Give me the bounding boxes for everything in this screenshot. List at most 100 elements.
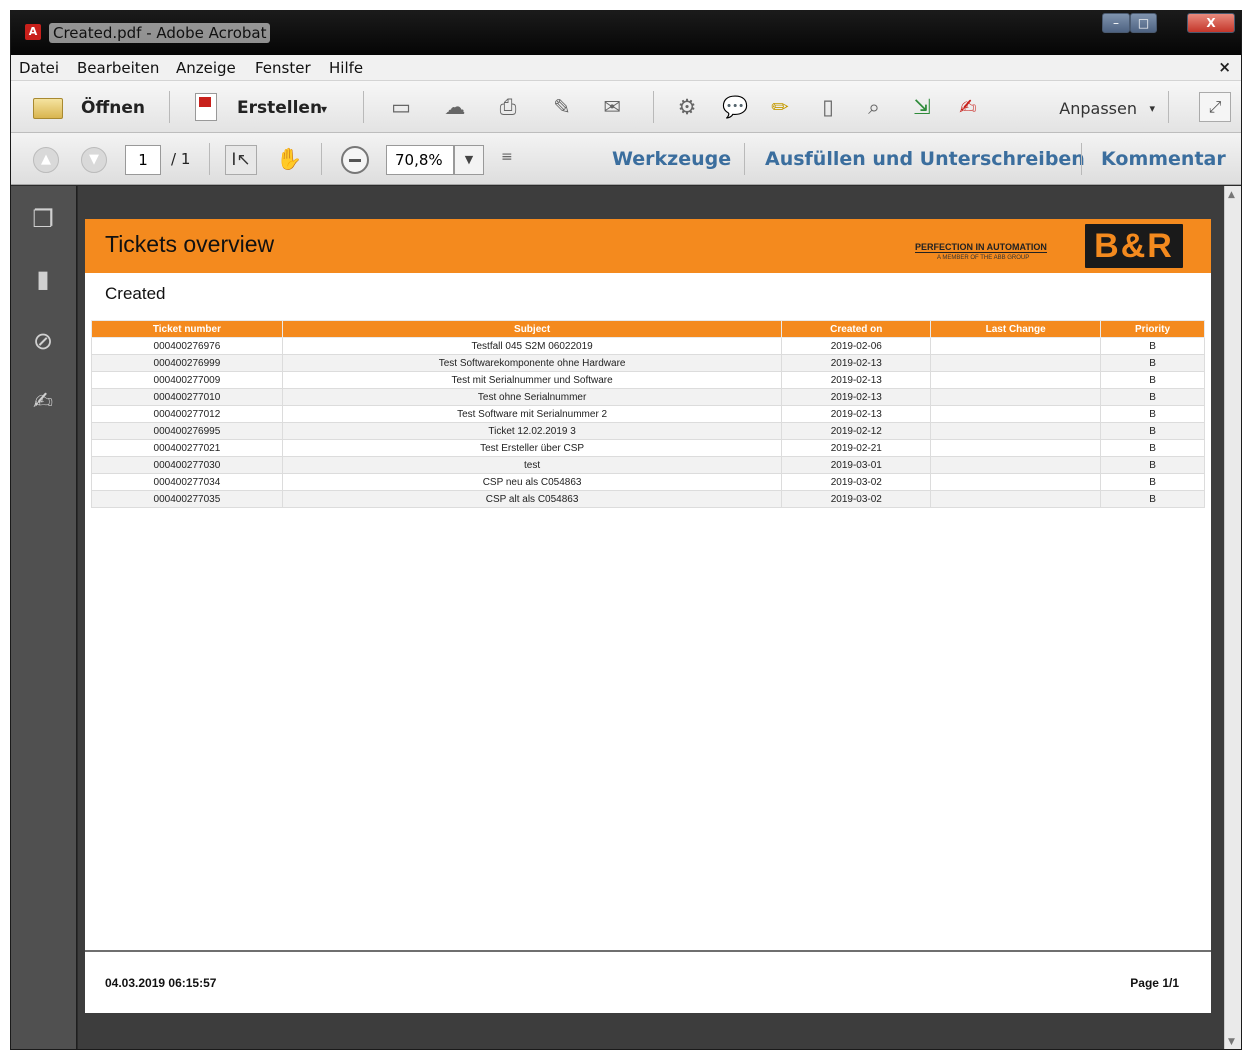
close-document-icon[interactable]: × [1218,58,1231,76]
menu-hilfe[interactable]: Hilfe [329,59,363,77]
table-header-row: Ticket number Subject Created on Last Ch… [91,320,1205,338]
main-toolbar: Öffnen Erstellen ▾ ▭ ☁ ⎙ ✎ ✉ ⚙ 💬 ✏ ▯ ⌕ ⇲… [11,81,1241,133]
table-cell: B [1100,405,1205,423]
table-cell: 000400277009 [91,371,283,389]
settings-gear-icon[interactable]: ⚙ [674,94,700,120]
company-logo: B&R [1083,222,1185,270]
table-cell: 2019-02-13 [781,405,932,423]
edit-document-icon[interactable]: ✎ [549,94,575,120]
table-cell [930,405,1102,423]
table-row: 000400276999 Test Softwarekomponente ohne… [91,354,1205,372]
zoom-out-icon[interactable] [341,146,369,174]
menu-bearbeiten[interactable]: Bearbeiten [77,59,159,77]
toolbar-divider [653,91,654,123]
highlight-text-icon[interactable]: ✏ [767,94,793,120]
cloud-upload-icon[interactable]: ☁ [442,94,468,120]
pdf-page: Tickets overview PERFECTION IN AUTOMATIO… [85,219,1211,1013]
table-cell: 000400276999 [91,354,283,372]
maximize-button[interactable]: □ [1130,13,1157,33]
table-cell [930,371,1102,389]
table-cell: B [1100,354,1205,372]
export-document-icon[interactable]: ⇲ [909,94,935,120]
expand-icon[interactable]: ⤢ [1199,92,1231,122]
pages-icon[interactable]: ❐ [29,204,57,234]
attach-file-icon[interactable]: ▯ [815,94,841,120]
table-cell: B [1100,388,1205,406]
table-row: 000400277021 Test Ersteller über CSP 2019-… [91,439,1205,457]
column-header: Created on [781,320,932,338]
footer-timestamp: 04.03.2019 06:15:57 [105,976,217,990]
search-document-icon[interactable]: ⌕ [861,94,887,120]
page-total: / 1 [171,150,191,168]
table-cell: 000400277034 [91,473,283,491]
table-cell: 000400277012 [91,405,283,423]
zoom-input[interactable]: 70,8% [386,145,454,175]
table-cell: CSP alt als C054863 [281,490,783,508]
table-cell: 2019-02-12 [781,422,932,440]
create-pdf-icon[interactable] [195,93,217,121]
tools-panel-link[interactable]: Werkzeuge [612,148,731,170]
select-tool-icon[interactable]: I↖ [225,145,257,175]
report-header: Tickets overview PERFECTION IN AUTOMATIO… [85,219,1211,273]
table-cell: 000400276995 [91,422,283,440]
table-cell: 000400277035 [91,490,283,508]
table-cell: Test ohne Serialnummer [281,388,783,406]
table-cell: 2019-02-06 [781,337,932,355]
table-cell: Test Softwarekomponente ohne Hardware [281,354,783,372]
folder-icon[interactable] [33,98,63,119]
open-button[interactable]: Öffnen [81,98,145,118]
toolbar-divider [744,143,745,175]
bookmark-icon[interactable]: ▮ [29,264,57,294]
table-cell: B [1100,439,1205,457]
table-cell: 2019-02-13 [781,388,932,406]
zoom-dropdown-icon[interactable]: ▼ [454,145,484,175]
table-cell: 2019-02-13 [781,371,932,389]
menu-anzeige[interactable]: Anzeige [176,59,236,77]
footer-page-number: Page 1/1 [1130,976,1179,990]
sign-document-icon[interactable]: ✍ [955,94,981,120]
table-cell: Test Ersteller über CSP [281,439,783,457]
scroll-down-icon[interactable]: ▼ [1228,1037,1235,1047]
customize-dropdown-arrow-icon[interactable]: ▾ [1149,102,1155,115]
print-icon[interactable]: ⎙ [495,94,521,120]
tickets-table: Ticket number Subject Created on Last Ch… [91,320,1205,508]
comment-panel-link[interactable]: Kommentar [1101,148,1226,170]
hand-tool-icon[interactable]: ✋ [276,146,302,172]
table-cell [930,490,1102,508]
table-cell: Test Software mit Serialnummer 2 [281,405,783,423]
table-cell: 000400277021 [91,439,283,457]
fill-sign-panel-link[interactable]: Ausfüllen und Unterschreiben [765,148,1085,170]
table-cell: CSP neu als C054863 [281,473,783,491]
page-number-input[interactable]: 1 [125,145,161,175]
minimize-button[interactable]: – [1102,13,1130,33]
signature-icon[interactable]: ✍ [29,386,57,416]
table-cell: 000400276976 [91,337,283,355]
scroll-up-icon[interactable]: ▲ [1228,190,1235,200]
vertical-scrollbar[interactable]: ▲ ▼ [1224,186,1241,1049]
table-row: 000400277035 CSP alt als C054863 2019-03-0… [91,490,1205,508]
table-row: 000400276976 Testfall 045 S2M 06022019 201… [91,337,1205,355]
document-area[interactable]: Tickets overview PERFECTION IN AUTOMATIO… [78,186,1226,1049]
title-bar: A Created.pdf - Adobe Acrobat – □ X [11,11,1241,55]
customize-button[interactable]: Anpassen [1059,99,1137,118]
table-cell [930,473,1102,491]
create-dropdown-arrow-icon[interactable]: ▾ [321,102,327,116]
table-cell [930,337,1102,355]
close-button[interactable]: X [1187,13,1235,33]
previous-page-icon[interactable]: ▲ [33,147,59,173]
email-icon[interactable]: ✉ [599,94,625,120]
create-button[interactable]: Erstellen [237,98,322,118]
table-cell [930,439,1102,457]
table-cell: 2019-03-02 [781,490,932,508]
table-cell: B [1100,337,1205,355]
attachment-icon[interactable]: ⊘ [29,326,57,356]
more-tools-icon[interactable]: ≡ [501,149,513,165]
menu-datei[interactable]: Datei [19,59,59,77]
next-page-icon[interactable]: ▼ [81,147,107,173]
table-cell: B [1100,490,1205,508]
save-icon[interactable]: ▭ [388,94,414,120]
comment-icon[interactable]: 💬 [722,94,748,120]
menu-fenster[interactable]: Fenster [255,59,311,77]
menu-bar: Datei Bearbeiten Anzeige Fenster Hilfe × [11,55,1241,81]
table-cell [930,388,1102,406]
